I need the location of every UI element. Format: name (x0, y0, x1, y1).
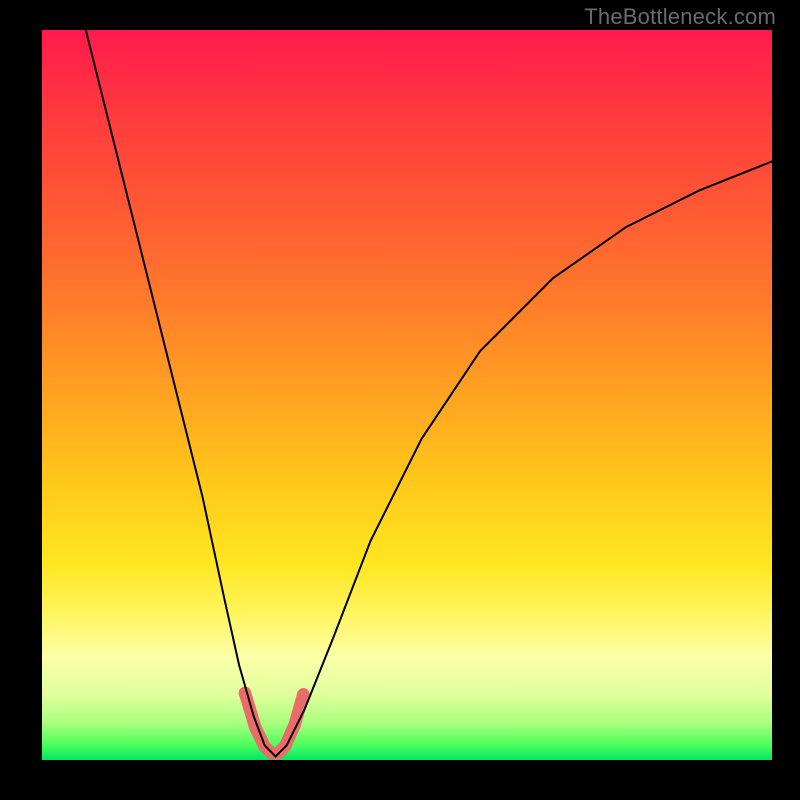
curves-svg (42, 30, 772, 760)
pink-highlight-curve (245, 693, 303, 754)
chart-frame: TheBottleneck.com (0, 0, 800, 800)
watermark-text: TheBottleneck.com (584, 4, 776, 30)
bottleneck-curve (86, 30, 772, 756)
plot-area (42, 30, 772, 760)
